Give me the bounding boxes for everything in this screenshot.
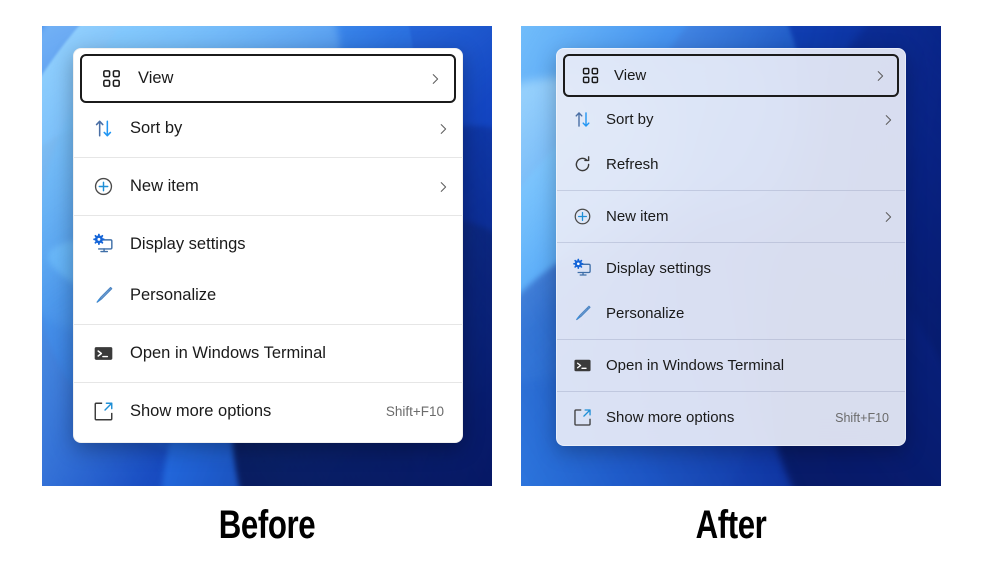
- context-menu-after[interactable]: View Sort by Refresh New item Display settin…: [556, 48, 906, 446]
- menu-item-more-options[interactable]: Show more options Shift+F10: [74, 386, 462, 437]
- terminal-icon: [569, 353, 595, 379]
- menu-item-new-item[interactable]: New item: [557, 194, 905, 239]
- expand-arrow-icon: [88, 397, 118, 427]
- menu-item-label: Personalize: [606, 305, 685, 322]
- sort-arrows-icon: [569, 107, 595, 133]
- monitor-gear-icon: [88, 230, 118, 260]
- terminal-icon: [88, 339, 118, 369]
- menu-item-new-item[interactable]: New item: [74, 161, 462, 212]
- menu-item-label: Open in Windows Terminal: [130, 344, 326, 362]
- menu-item-display[interactable]: Display settings: [74, 219, 462, 270]
- after-screenshot-panel: View Sort by Refresh New item Display settin…: [521, 26, 941, 486]
- menu-item-display[interactable]: Display settings: [557, 246, 905, 291]
- menu-item-label: Personalize: [130, 286, 217, 304]
- menu-item-label: New item: [130, 177, 199, 195]
- menu-separator: [74, 157, 462, 158]
- plus-circle-icon: [88, 172, 118, 202]
- menu-separator: [557, 391, 905, 392]
- menu-item-label: Show more options: [606, 409, 735, 426]
- menu-item-terminal[interactable]: Open in Windows Terminal: [557, 343, 905, 388]
- menu-item-personalize[interactable]: Personalize: [557, 291, 905, 336]
- grid-icon: [577, 63, 603, 89]
- menu-item-more-options[interactable]: Show more options Shift+F10: [557, 395, 905, 440]
- refresh-icon: [569, 152, 595, 178]
- menu-item-label: Sort by: [606, 111, 654, 128]
- chevron-right-icon: [881, 113, 895, 127]
- menu-separator: [74, 382, 462, 383]
- menu-item-label: Sort by: [130, 119, 183, 137]
- menu-item-accelerator: Shift+F10: [385, 404, 444, 419]
- menu-item-accelerator: Shift+F10: [835, 410, 889, 425]
- menu-item-label: Refresh: [606, 156, 659, 173]
- chevron-right-icon: [873, 69, 887, 83]
- chevron-right-icon: [436, 180, 450, 194]
- menu-item-view[interactable]: View: [563, 54, 899, 97]
- chevron-right-icon: [881, 210, 895, 224]
- monitor-gear-icon: [569, 256, 595, 282]
- chevron-right-icon: [428, 72, 442, 86]
- expand-arrow-icon: [569, 405, 595, 431]
- menu-item-label: Show more options: [130, 402, 272, 420]
- menu-item-label: Open in Windows Terminal: [606, 357, 785, 374]
- menu-separator: [557, 339, 905, 340]
- paintbrush-icon: [569, 301, 595, 327]
- menu-separator: [557, 190, 905, 191]
- menu-item-sort-by[interactable]: Sort by: [557, 97, 905, 142]
- sort-arrows-icon: [88, 114, 118, 144]
- context-menu-before[interactable]: View Sort by New item Display settings Perso…: [73, 48, 463, 443]
- menu-item-label: View: [138, 69, 174, 87]
- menu-item-personalize[interactable]: Personalize: [74, 270, 462, 321]
- menu-item-sort-by[interactable]: Sort by: [74, 103, 462, 154]
- paintbrush-icon: [88, 281, 118, 311]
- menu-separator: [74, 324, 462, 325]
- menu-item-label: Display settings: [130, 235, 246, 253]
- grid-icon: [96, 64, 126, 94]
- menu-item-terminal[interactable]: Open in Windows Terminal: [74, 328, 462, 379]
- comparison-stage: View Sort by New item Display settings Perso…: [0, 0, 983, 574]
- caption-before: Before: [218, 503, 316, 547]
- menu-item-view[interactable]: View: [80, 54, 456, 103]
- menu-item-refresh[interactable]: Refresh: [557, 142, 905, 187]
- menu-item-label: Display settings: [606, 260, 712, 277]
- menu-item-label: View: [614, 67, 647, 84]
- plus-circle-icon: [569, 204, 595, 230]
- chevron-right-icon: [436, 122, 450, 136]
- menu-separator: [74, 215, 462, 216]
- menu-separator: [557, 242, 905, 243]
- caption-after: After: [695, 503, 767, 547]
- before-screenshot-panel: View Sort by New item Display settings Perso…: [42, 26, 492, 486]
- menu-item-label: New item: [606, 208, 669, 225]
